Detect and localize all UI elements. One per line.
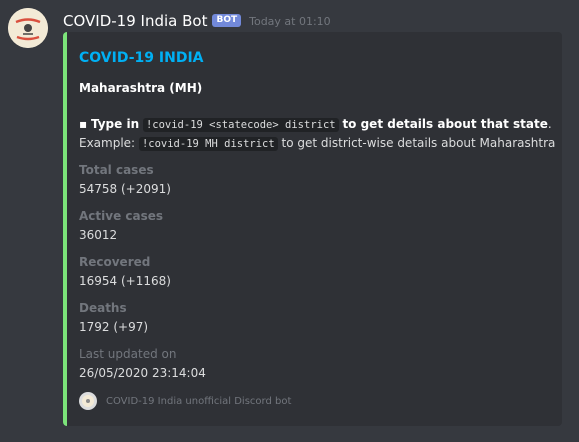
chat-message: COVID-19 India Bot BOT Today at 01:10 CO… <box>0 0 579 442</box>
example-command-code: !covid-19 MH district <box>138 137 278 151</box>
field-last-updated-value: 26/05/2020 23:14:04 <box>79 366 206 380</box>
field-total-cases-value: 54758 (+2091) <box>79 182 171 196</box>
embed-title[interactable]: COVID-19 INDIA <box>79 50 203 66</box>
footer-text: COVID-19 India unofficial Discord bot <box>106 395 292 407</box>
field-recovered-value: 16954 (+1168) <box>79 274 171 288</box>
instruction-line: ▪ Type in !covid-19 <statecode> district… <box>79 117 552 132</box>
field-recovered-label: Recovered <box>79 255 151 269</box>
example-suffix: to get district-wise details about Mahar… <box>281 136 556 150</box>
example-line: Example: !covid-19 MH district to get di… <box>79 136 556 151</box>
bullet-glyph: ▪ <box>79 117 88 131</box>
bot-tag-badge: BOT <box>212 13 242 27</box>
bot-avatar[interactable] <box>8 8 48 48</box>
stay-home-logo-icon <box>8 8 48 48</box>
bot-username[interactable]: COVID-19 India Bot <box>63 12 207 30</box>
example-prefix: Example: <box>79 136 136 150</box>
field-last-updated-label: Last updated on <box>79 347 177 361</box>
footer-logo-icon <box>79 392 97 410</box>
instruction-command-code: !covid-19 <statecode> district <box>142 118 339 132</box>
state-heading: Maharashtra (MH) <box>79 81 203 95</box>
covid-embed: COVID-19 INDIA Maharashtra (MH) ▪ Type i… <box>63 32 562 426</box>
field-total-cases-label: Total cases <box>79 163 154 177</box>
field-deaths-value: 1792 (+97) <box>79 320 149 334</box>
field-active-cases-label: Active cases <box>79 209 164 223</box>
message-timestamp[interactable]: Today at 01:10 <box>249 15 331 28</box>
instruction-suffix: to get details about that state <box>342 117 548 131</box>
embed-footer: COVID-19 India unofficial Discord bot <box>79 392 291 410</box>
field-active-cases-value: 36012 <box>79 228 118 242</box>
field-deaths-label: Deaths <box>79 301 127 315</box>
message-header: COVID-19 India Bot BOT Today at 01:10 <box>63 11 331 31</box>
instruction-period: . <box>547 117 552 131</box>
instruction-prefix: Type in <box>90 117 140 131</box>
